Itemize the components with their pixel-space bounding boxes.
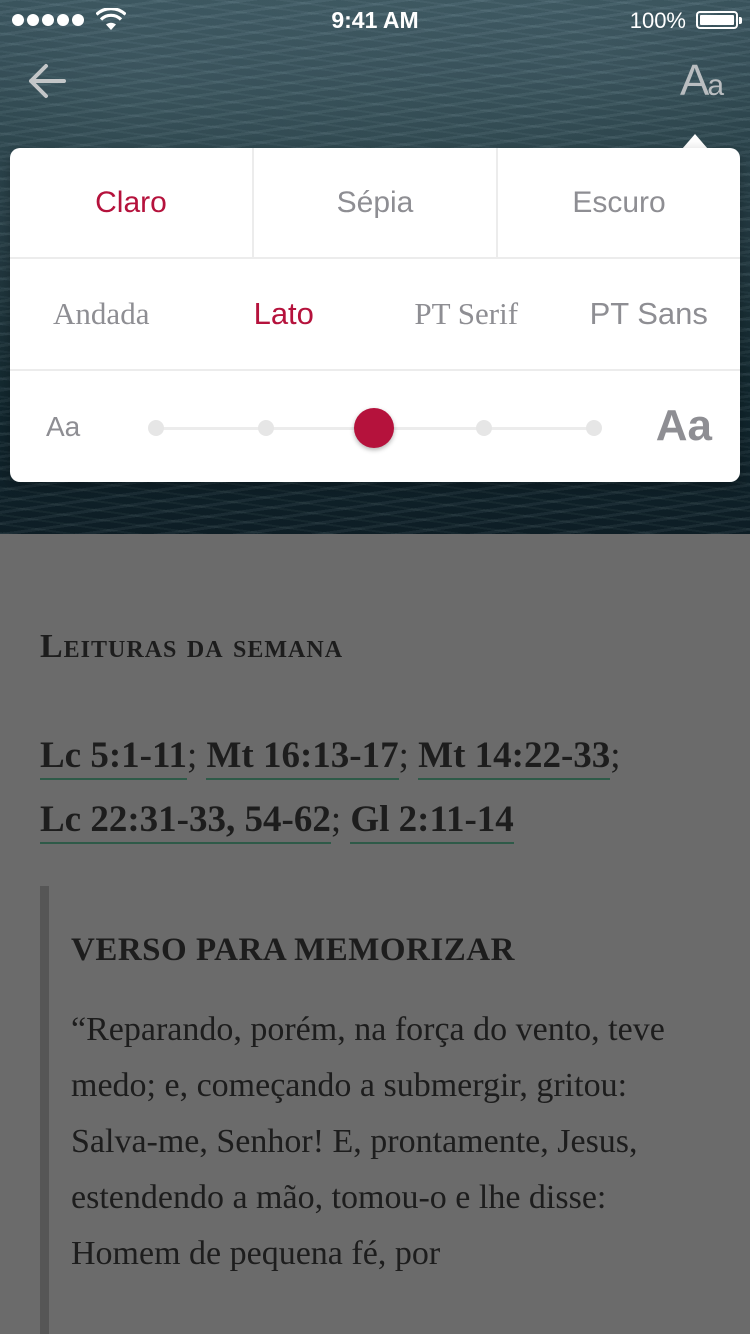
memory-verse-title: VERSO PARA MEMORIZAR bbox=[71, 932, 515, 968]
reference-link[interactable]: Lc 5:1-11 bbox=[40, 734, 187, 780]
reference-link[interactable]: Lc 22:31-33, 54-62 bbox=[40, 798, 331, 844]
theme-selector: Claro Sépia Escuro bbox=[10, 148, 740, 259]
popover-arrow bbox=[682, 134, 708, 149]
reference-link[interactable]: Mt 14:22-33 bbox=[418, 734, 611, 780]
font-option-pt-serif[interactable]: PT Serif bbox=[375, 296, 558, 332]
font-size-step-2[interactable] bbox=[258, 420, 274, 436]
theme-option-escuro[interactable]: Escuro bbox=[496, 148, 740, 257]
font-size-large-label: Aa bbox=[655, 401, 712, 450]
reference-link[interactable]: Mt 16:13-17 bbox=[206, 734, 399, 780]
status-bar: 9:41 AM 100% bbox=[0, 0, 750, 40]
font-size-step-1[interactable] bbox=[148, 420, 164, 436]
font-option-lato[interactable]: Lato bbox=[193, 296, 376, 332]
font-selector: Andada Lato PT Serif PT Sans bbox=[10, 259, 740, 371]
reference-link[interactable]: Gl 2:11-14 bbox=[350, 798, 514, 844]
font-size-slider-thumb[interactable] bbox=[354, 408, 394, 448]
font-settings-button[interactable]: Aa bbox=[679, 56, 724, 106]
lesson-content: Leituras da semana Lc 5:1-11; Mt 16:13-1… bbox=[0, 534, 750, 1334]
back-arrow-icon[interactable] bbox=[26, 60, 68, 102]
font-settings-icon-big: A bbox=[679, 56, 709, 105]
section-title: Leituras da semana bbox=[40, 628, 344, 665]
battery-icon bbox=[696, 11, 742, 29]
font-option-andada[interactable]: Andada bbox=[10, 296, 193, 332]
memory-verse-block: VERSO PARA MEMORIZAR “Reparando, porém, … bbox=[40, 886, 729, 1334]
battery-percentage: 100% bbox=[629, 8, 686, 33]
reader-settings-popover: Claro Sépia Escuro Andada Lato PT Serif … bbox=[10, 148, 740, 482]
font-settings-icon-small: a bbox=[707, 69, 724, 102]
font-size-step-4[interactable] bbox=[476, 420, 492, 436]
theme-option-sepia[interactable]: Sépia bbox=[252, 148, 496, 257]
font-size-step-5[interactable] bbox=[586, 420, 602, 436]
theme-option-claro[interactable]: Claro bbox=[10, 148, 252, 257]
font-size-control: Aa Aa bbox=[10, 371, 740, 482]
font-option-pt-sans[interactable]: PT Sans bbox=[558, 296, 741, 332]
weekly-readings-references: Lc 5:1-11; Mt 16:13-17; Mt 14:22-33; Lc … bbox=[40, 724, 720, 852]
memory-verse-text: “Reparando, porém, na força do vento, te… bbox=[71, 1011, 665, 1272]
font-size-small-label: Aa bbox=[46, 411, 81, 442]
